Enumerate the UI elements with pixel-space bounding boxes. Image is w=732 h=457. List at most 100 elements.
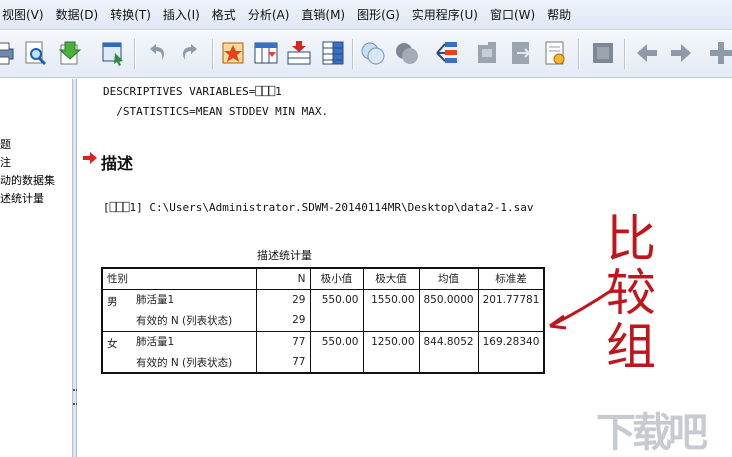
cell-mean [418, 310, 479, 332]
undo-button[interactable] [141, 38, 171, 68]
descriptives-table[interactable]: 性别 N 极小值 极大值 均值 标准差 男 肺活量1 29 550.00 155… [101, 267, 546, 374]
cell-max [362, 352, 419, 373]
menu-help[interactable]: 帮助 [541, 0, 577, 30]
group-label-male: 男 [102, 289, 132, 332]
select-output-button[interactable] [98, 38, 128, 68]
redo-button[interactable] [176, 38, 206, 68]
variables-button[interactable] [318, 38, 348, 68]
goto-variable-icon [254, 42, 278, 64]
menu-graphs[interactable]: 图形(G) [351, 0, 406, 30]
value-labels-icon [545, 41, 565, 65]
row-label: 有效的 N (列表状态) [132, 310, 256, 332]
table-row: 有效的 N (列表状态) 29 [102, 310, 545, 332]
goto-case-icon [222, 42, 244, 64]
outline-item-title[interactable]: 题 [0, 136, 11, 152]
goto-case-button[interactable] [218, 38, 248, 68]
col-mean: 均值 [418, 268, 479, 290]
col-sd: 标准差 [477, 268, 545, 290]
back-button[interactable] [632, 38, 662, 68]
col-n: N [255, 268, 310, 290]
cell-n: 29 [255, 289, 310, 310]
value-labels-button[interactable] [540, 38, 570, 68]
cell-max: 1550.00 [362, 289, 419, 310]
select-cases-button[interactable] [506, 38, 536, 68]
table-header-group: 性别 [102, 268, 256, 290]
redo-icon [183, 44, 197, 60]
menu-data[interactable]: 数据(D) [50, 0, 105, 30]
cell-sd: 201.77781 [477, 289, 545, 310]
splitter-grip[interactable] [73, 389, 76, 405]
insert-cases-button[interactable] [284, 38, 314, 68]
menu-insert[interactable]: 插入(I) [157, 0, 206, 30]
table-row: 女 肺活量1 77 550.00 1250.00 844.8052 169.28… [102, 331, 545, 352]
undo-icon [150, 44, 164, 60]
current-item-arrow-icon [83, 152, 97, 164]
cell-sd: 169.28340 [477, 331, 545, 352]
weight-cases-icon [478, 42, 496, 63]
insert-cases-icon [287, 41, 311, 65]
annotation-char: 组 [606, 318, 656, 376]
annotation-text: 比 较 组 [606, 212, 676, 374]
outline-item-active-dataset[interactable]: 动的数据集 [0, 172, 55, 188]
output-heading[interactable]: 描述 [101, 150, 133, 174]
menu-transform[interactable]: 转换(T) [104, 0, 157, 30]
menu-direct-marketing[interactable]: 直销(M) [295, 0, 351, 30]
menu-bar: 视图(V) 数据(D) 转换(T) 插入(I) 格式 分析(A) 直销(M) 图… [0, 0, 732, 30]
annotation-char: 较 [606, 264, 656, 322]
use-sets-button[interactable] [588, 38, 618, 68]
outline-pane: 题 注 动的数据集 述统计量 [0, 79, 72, 457]
print-button[interactable] [0, 38, 18, 68]
cell-max [362, 310, 419, 332]
menu-window[interactable]: 窗口(W) [484, 0, 541, 30]
export-icon [58, 41, 82, 65]
print-preview-button[interactable] [20, 38, 50, 68]
menu-format[interactable]: 格式 [206, 0, 242, 30]
cell-n: 29 [255, 310, 310, 332]
watermark: 下载吧 [596, 410, 708, 456]
cell-sd [477, 352, 545, 373]
cell-mean: 844.8052 [418, 331, 479, 352]
syntax-line-2: /STATISTICS=MEAN STDDEV MIN MAX. [103, 105, 329, 118]
cell-min: 550.00 [309, 289, 363, 310]
col-min: 极小值 [309, 268, 363, 290]
export-button[interactable] [54, 38, 84, 68]
select-output-icon [102, 42, 123, 66]
outline-item-notes[interactable]: 注 [0, 154, 11, 170]
cell-min [309, 310, 363, 332]
split-file-icon [436, 42, 457, 63]
split-file-button[interactable] [432, 38, 462, 68]
cell-min [309, 352, 363, 373]
menu-utilities[interactable]: 实用程序(U) [406, 0, 484, 30]
cell-n: 77 [255, 352, 310, 373]
cell-mean: 850.0000 [418, 289, 479, 310]
outline-item-descriptives[interactable]: 述统计量 [0, 190, 44, 206]
col-max: 极大值 [362, 268, 419, 290]
expand-button[interactable] [706, 38, 732, 68]
menu-analyze[interactable]: 分析(A) [242, 0, 296, 30]
select-cases-icon [512, 42, 532, 64]
cell-mean [418, 352, 479, 373]
cell-sd [477, 310, 545, 332]
group-label-female: 女 [107, 337, 118, 350]
toolbar [0, 31, 732, 78]
row-label: 肺活量1 [136, 336, 175, 349]
table-row: 有效的 N (列表状态) 77 [102, 352, 545, 373]
expand-icon [710, 42, 732, 64]
use-sets-icon [593, 43, 613, 63]
goto-variable-button[interactable] [251, 38, 281, 68]
weight-cases-button[interactable] [472, 38, 502, 68]
variables-icon [322, 41, 344, 65]
table-title: 描述统计量 [257, 249, 312, 262]
row-label: 有效的 N (列表状态) [136, 356, 233, 369]
annotation-char: 比 [606, 210, 656, 268]
syntax-line-1: DESCRIPTIVES VARIABLES=⎕⎕⎕1 [103, 85, 282, 98]
print-preview-icon [25, 41, 47, 66]
table-row: 男 肺活量1 29 550.00 1550.00 850.0000 201.77… [102, 289, 545, 332]
dataset-path: [⎕⎕⎕1] C:\Users\Administrator.SDWM-20140… [103, 201, 534, 214]
ungrouped-button[interactable] [358, 38, 388, 68]
menu-view[interactable]: 视图(V) [0, 0, 50, 30]
back-icon [637, 44, 657, 62]
forward-button[interactable] [666, 38, 696, 68]
group-button[interactable] [392, 38, 422, 68]
ungrouped-icon [361, 42, 385, 65]
